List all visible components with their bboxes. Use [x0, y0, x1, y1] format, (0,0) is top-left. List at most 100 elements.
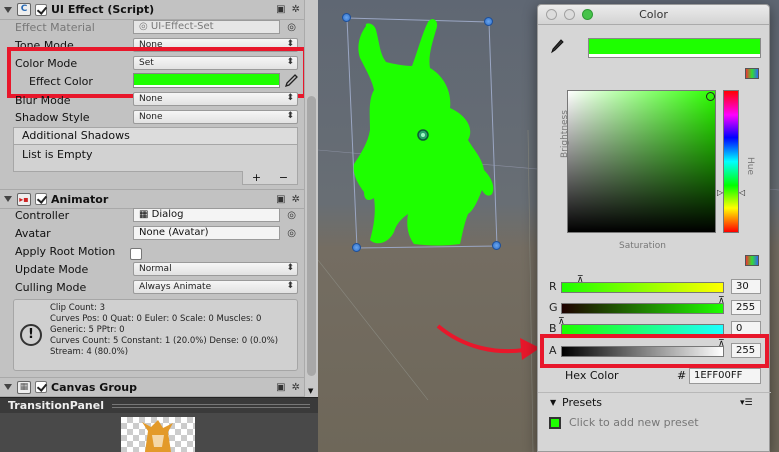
info-line: Stream: 4 (80.0%): [50, 347, 129, 357]
rect-handle-bottom-left[interactable]: [352, 243, 361, 252]
canvas-group-enabled-checkbox[interactable]: [35, 381, 47, 393]
update-mode-dropdown[interactable]: Normal ⬍: [133, 262, 298, 276]
avatar-field[interactable]: None (Avatar): [133, 226, 280, 240]
drag-handle[interactable]: [112, 404, 310, 408]
blue-slider-thumb-icon[interactable]: ⊼: [558, 317, 565, 327]
rect-handle-top-left[interactable]: [342, 13, 351, 22]
eyedropper-icon[interactable]: [549, 38, 565, 55]
settings-gear-icon[interactable]: ✲: [292, 4, 300, 15]
presets-collapse-arrow-icon[interactable]: ▼: [550, 398, 556, 407]
dropdown-arrow-icon: ⬍: [286, 263, 294, 273]
minimize-window-button[interactable]: [564, 9, 575, 20]
canvas-group-icon: ▦: [17, 380, 31, 394]
culling-mode-label: Culling Mode: [15, 280, 87, 294]
help-icon[interactable]: ▣: [276, 4, 285, 15]
avatar-row: Avatar None (Avatar) ◎: [0, 224, 304, 242]
preview-header[interactable]: TransitionPanel: [0, 397, 318, 413]
hex-color-input[interactable]: 1EFF00FF: [689, 368, 761, 384]
animator-info-box: ! Clip Count: 3 Curves Pos: 0 Quat: 0 Eu…: [13, 299, 298, 371]
green-slider-row: G ⊼ 255: [538, 296, 771, 317]
info-line: Curves Count: 5 Constant: 1 (20.0%) Dens…: [50, 336, 279, 346]
blur-mode-dropdown[interactable]: None ⬍: [133, 92, 298, 106]
object-picker-icon[interactable]: ◎: [287, 210, 296, 221]
color-mode-toggle-icon[interactable]: [745, 68, 759, 79]
scroll-down-arrow-icon[interactable]: ▼: [308, 387, 313, 395]
green-slider-thumb-icon[interactable]: ⊼: [718, 296, 725, 306]
controller-field[interactable]: ▦ Dialog: [133, 208, 280, 222]
controller-row: Controller ▦ Dialog ◎: [0, 206, 304, 224]
inspector-scrollbar[interactable]: ▼: [304, 0, 318, 397]
hue-marker-right-icon[interactable]: ◁: [739, 188, 745, 197]
hue-slider[interactable]: [723, 90, 739, 233]
help-icon[interactable]: ▣: [276, 194, 285, 205]
animator-enabled-checkbox[interactable]: [35, 193, 47, 205]
saturation-brightness-box[interactable]: [567, 90, 716, 233]
animator-info-text: Clip Count: 3 Curves Pos: 0 Quat: 0 Eule…: [50, 303, 278, 358]
settings-gear-icon[interactable]: ✲: [292, 194, 300, 205]
red-value-input[interactable]: 30: [731, 279, 761, 294]
help-icon[interactable]: ▣: [276, 382, 285, 393]
green-slider[interactable]: [561, 303, 724, 314]
presets-menu-icon[interactable]: ▾☰: [740, 398, 753, 408]
animator-title: Animator: [51, 192, 109, 206]
object-picker-icon[interactable]: ◎: [287, 22, 296, 33]
green-slider-label: G: [549, 301, 558, 314]
slider-mode-toggle-icon[interactable]: [745, 255, 759, 266]
red-arrow-annotation: [436, 324, 540, 360]
object-picker-icon[interactable]: ◎: [287, 228, 296, 239]
hue-label: Hue: [745, 157, 755, 176]
rect-handle-top-right[interactable]: [484, 17, 493, 26]
collapse-arrow-icon[interactable]: [4, 196, 12, 202]
ui-effect-enabled-checkbox[interactable]: [35, 3, 47, 16]
shadow-style-row: Shadow Style None ⬍: [0, 108, 304, 126]
ui-effect-header[interactable]: C UI Effect (Script) ▣ ✲: [0, 0, 304, 20]
shadow-style-label: Shadow Style: [15, 110, 90, 124]
color-selection-handle[interactable]: [706, 92, 715, 101]
canvas-group-header[interactable]: ▦ Canvas Group ▣ ✲: [0, 377, 304, 397]
shadow-style-value: None: [139, 112, 163, 122]
green-value-input[interactable]: 255: [731, 300, 761, 315]
avatar-label: Avatar: [15, 226, 51, 240]
add-shadow-button[interactable]: +: [252, 171, 261, 184]
blur-mode-value: None: [139, 94, 163, 104]
effect-material-field[interactable]: ◎ UI-Effect-Set: [133, 20, 280, 34]
collapse-arrow-icon[interactable]: [4, 6, 12, 13]
color-picker-titlebar[interactable]: Color: [538, 5, 769, 25]
list-empty-text: List is Empty: [22, 148, 93, 161]
apply-root-motion-label: Apply Root Motion: [15, 244, 116, 258]
divider: [538, 392, 771, 393]
blur-mode-label: Blur Mode: [15, 94, 71, 106]
hue-marker-left-icon[interactable]: ▷: [717, 188, 723, 197]
color-picker-title: Color: [639, 8, 668, 21]
preview-thumbnail: [121, 417, 195, 452]
rect-handle-bottom-right[interactable]: [492, 241, 501, 250]
preview-area: [0, 413, 318, 452]
avatar-value: None (Avatar): [139, 227, 209, 238]
shadow-style-dropdown[interactable]: None ⬍: [133, 110, 298, 124]
scrollbar-thumb[interactable]: [307, 96, 316, 376]
preset-swatch[interactable]: [549, 417, 561, 429]
hex-color-label: Hex Color: [565, 369, 619, 382]
dropdown-arrow-icon: ⬍: [286, 111, 294, 121]
zoom-window-button[interactable]: [582, 9, 593, 20]
red-slider-thumb-icon[interactable]: ⊼: [577, 275, 584, 285]
current-color-swatch: [588, 38, 761, 58]
settings-gear-icon[interactable]: ✲: [292, 382, 300, 393]
presets-label: Presets: [562, 396, 603, 409]
ui-effect-title: UI Effect (Script): [51, 3, 155, 16]
collapse-arrow-icon[interactable]: [4, 384, 12, 390]
highlight-box-alpha: [540, 334, 769, 368]
pivot-inner-dot: [421, 133, 425, 137]
character-preview-image: [142, 420, 173, 452]
dropdown-arrow-icon: ⬍: [286, 281, 294, 291]
red-slider[interactable]: [561, 282, 724, 293]
add-preset-hint[interactable]: Click to add new preset: [569, 416, 699, 429]
alpha-bar: [589, 54, 760, 57]
remove-shadow-button[interactable]: −: [279, 171, 288, 184]
info-line: Clip Count: 3: [50, 303, 105, 313]
apply-root-motion-checkbox[interactable]: [130, 248, 142, 260]
controller-value: Dialog: [151, 209, 184, 220]
culling-mode-dropdown[interactable]: Always Animate ⬍: [133, 280, 298, 294]
list-footer: + −: [242, 171, 298, 185]
close-window-button[interactable]: [546, 9, 557, 20]
